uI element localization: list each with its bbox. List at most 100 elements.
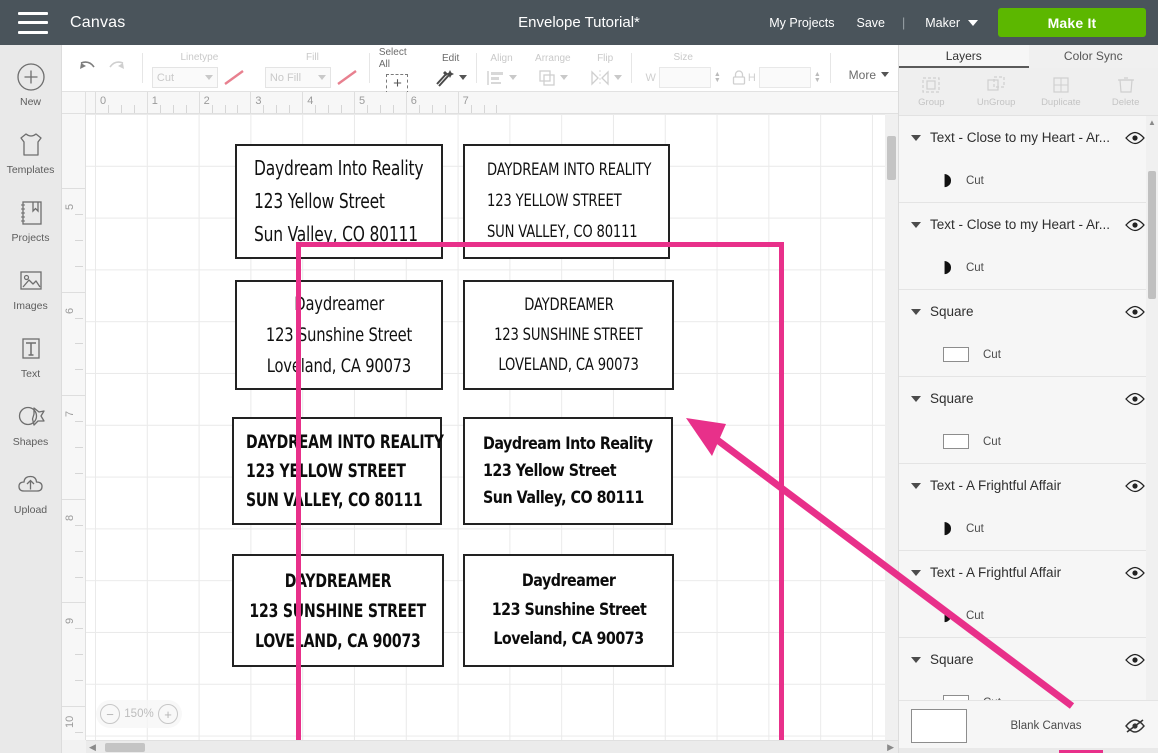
layers-scrollbar[interactable]: ▲ ▼: [1146, 116, 1158, 711]
size-height-input[interactable]: [758, 67, 811, 88]
layer-child-row[interactable]: Cut: [899, 333, 1158, 376]
more-control[interactable]: More: [831, 55, 898, 82]
address-card[interactable]: Daydreamer 123 Sunshine Street Loveland, C…: [235, 280, 443, 390]
canvas-vertical-scrollbar[interactable]: [885, 114, 898, 740]
layer-row[interactable]: Square: [899, 638, 1158, 681]
size-control[interactable]: Size W ▲ ▼: [632, 48, 730, 88]
layer-row[interactable]: Text - A Frightful Affair: [899, 551, 1158, 594]
address-card[interactable]: DAYDREAMER 123 SUNSHINE STREET LOVELAND, C…: [232, 554, 444, 667]
layer-row[interactable]: Text - Close to my Heart - Ar...: [899, 203, 1158, 246]
address-card[interactable]: Daydream Into Reality 123 Yellow Street Su…: [463, 417, 673, 525]
layer-child-row[interactable]: ◗ Cut: [899, 507, 1158, 550]
layer-row[interactable]: Square: [899, 290, 1158, 333]
linetype-control[interactable]: Linetype Cut: [143, 48, 256, 88]
sidebar-item-upload[interactable]: Upload: [0, 467, 62, 535]
size-height-control[interactable]: . H ▲▼: [748, 48, 830, 88]
linetype-color-swatch[interactable]: [221, 67, 247, 88]
sidebar-item-text[interactable]: Text: [0, 331, 62, 399]
scroll-up-icon[interactable]: ▲: [1148, 118, 1156, 127]
eye-icon[interactable]: [1125, 305, 1145, 319]
chevron-down-icon[interactable]: [911, 569, 921, 576]
eye-icon[interactable]: [1125, 479, 1145, 493]
delete-button[interactable]: Delete: [1093, 68, 1158, 115]
width-stepper[interactable]: ▲ ▼: [714, 71, 721, 84]
minus-circle-icon[interactable]: −: [100, 704, 120, 724]
scrollbar-thumb[interactable]: [105, 743, 145, 752]
chevron-down-icon[interactable]: [911, 656, 921, 663]
chevron-down-icon[interactable]: [911, 134, 921, 141]
sidebar-item-images[interactable]: Images: [0, 263, 62, 331]
size-width-input[interactable]: [658, 67, 711, 88]
scrollbar-thumb[interactable]: [1148, 171, 1156, 299]
eye-slash-icon[interactable]: [1125, 718, 1145, 734]
undo-icon[interactable]: [72, 53, 102, 83]
machine-selector[interactable]: Maker: [911, 16, 982, 30]
address-card[interactable]: DAYDREAM INTO REALITY 123 YELLOW STREET SU…: [232, 417, 444, 525]
flatten-button[interactable]: Flatten: [1055, 748, 1107, 753]
edit-icon[interactable]: [434, 68, 456, 88]
contour-button[interactable]: Contour: [1107, 748, 1158, 753]
chevron-down-icon[interactable]: [911, 221, 921, 228]
sidebar-item-templates[interactable]: Templates: [0, 127, 62, 195]
group-button[interactable]: Group: [899, 68, 964, 115]
caret-down-icon[interactable]: [459, 75, 468, 80]
tab-color-sync[interactable]: Color Sync: [1029, 45, 1158, 68]
align-icon[interactable]: [486, 68, 506, 88]
caret-down-icon[interactable]: [509, 75, 518, 80]
eye-icon[interactable]: [1125, 392, 1145, 406]
my-projects-link[interactable]: My Projects: [758, 16, 845, 30]
fill-control[interactable]: Fill No Fill: [256, 48, 369, 88]
arrange-icon[interactable]: [537, 68, 557, 88]
eye-icon[interactable]: [1125, 131, 1145, 145]
address-card[interactable]: Daydreamer 123 Sunshine Street Loveland, C…: [463, 554, 674, 667]
design-canvas[interactable]: Daydream Into Reality 123 Yellow Street Su…: [86, 114, 898, 740]
chevron-down-icon[interactable]: [911, 308, 921, 315]
select-all-button[interactable]: +: [386, 73, 409, 94]
plus-circle-icon[interactable]: +: [157, 704, 178, 724]
fill-color-swatch[interactable]: [334, 67, 360, 88]
hamburger-icon[interactable]: [18, 11, 48, 34]
scroll-right-icon[interactable]: ▶: [887, 742, 894, 753]
make-it-button[interactable]: Make It: [998, 8, 1146, 37]
sidebar-item-shapes[interactable]: Shapes: [0, 399, 62, 467]
layer-child-row[interactable]: ◗ Cut: [899, 246, 1158, 289]
caret-down-icon[interactable]: [613, 75, 622, 80]
eye-icon[interactable]: [1125, 218, 1145, 232]
ungroup-button[interactable]: UnGroup: [964, 68, 1029, 115]
layer-child-row[interactable]: ◗ Cut: [899, 594, 1158, 637]
sidebar-item-projects[interactable]: Projects: [0, 195, 62, 263]
sidebar-item-new[interactable]: New: [0, 59, 62, 127]
edit-control[interactable]: Edit: [425, 49, 476, 88]
save-button[interactable]: Save: [846, 16, 897, 30]
caret-down-icon[interactable]: [560, 75, 569, 80]
flip-control[interactable]: Flip: [580, 49, 631, 88]
canvas-horizontal-scrollbar[interactable]: ◀ ▶: [86, 740, 898, 753]
slice-button[interactable]: Slice: [899, 748, 951, 753]
layers-list[interactable]: Text - Close to my Heart - Ar... ◗ Cut Text…: [899, 116, 1158, 711]
select-all-control[interactable]: Select All +: [370, 43, 425, 94]
address-card[interactable]: DAYDREAM INTO REALITY 123 YELLOW STREET SU…: [463, 144, 670, 259]
blank-canvas-row[interactable]: Blank Canvas: [899, 700, 1158, 750]
align-control[interactable]: Align: [477, 49, 526, 88]
duplicate-button[interactable]: Duplicate: [1029, 68, 1094, 115]
arrange-control[interactable]: Arrange: [526, 49, 580, 88]
chevron-down-icon[interactable]: [911, 482, 921, 489]
scroll-left-icon[interactable]: ◀: [89, 742, 96, 753]
layer-row[interactable]: Text - A Frightful Affair: [899, 464, 1158, 507]
tab-layers[interactable]: Layers: [899, 45, 1029, 68]
more-button[interactable]: More: [849, 68, 889, 82]
weld-button[interactable]: Weld: [951, 748, 1003, 753]
linetype-select[interactable]: Cut: [151, 67, 218, 88]
layer-row[interactable]: Square: [899, 377, 1158, 420]
chevron-down-icon[interactable]: [911, 395, 921, 402]
redo-icon[interactable]: [102, 53, 132, 83]
size-lock-control[interactable]: .: [730, 49, 748, 88]
eye-icon[interactable]: [1125, 653, 1145, 667]
layer-child-row[interactable]: Cut: [899, 420, 1158, 463]
address-card[interactable]: Daydream Into Reality 123 Yellow Street Su…: [235, 144, 443, 259]
eye-icon[interactable]: [1125, 566, 1145, 580]
lock-icon[interactable]: [730, 68, 748, 88]
layer-child-row[interactable]: ◗ Cut: [899, 159, 1158, 202]
fill-select[interactable]: No Fill: [264, 67, 331, 88]
flip-icon[interactable]: [589, 68, 611, 88]
